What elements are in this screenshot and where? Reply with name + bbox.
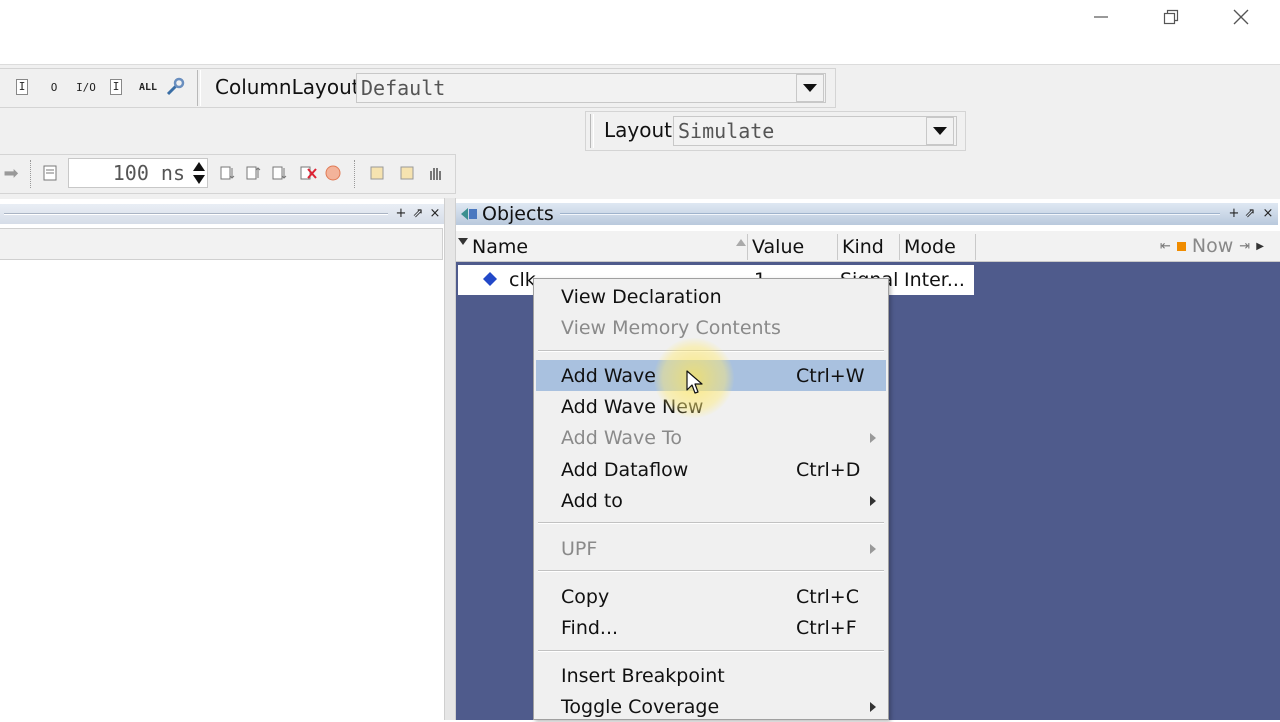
step-forward-icon[interactable]: ➡	[0, 162, 22, 184]
menu-separator	[538, 350, 884, 352]
menu-item-insert-breakpoint[interactable]: Insert Breakpoint	[536, 660, 886, 691]
toolbar-grip	[354, 160, 357, 188]
columnlayout-label: ColumnLayout	[215, 75, 360, 99]
filter-internal-button[interactable]: I	[104, 76, 128, 98]
left-pane-close-button[interactable]: ×	[428, 207, 442, 221]
now-controls: ⇤ Now ⇥ ▶	[1160, 235, 1272, 257]
now-marker-icon	[1176, 241, 1186, 251]
continue-run-icon[interactable]	[243, 162, 265, 184]
filter-output-button[interactable]: O	[42, 76, 66, 98]
layout-select[interactable]: Simulate	[673, 116, 957, 146]
left-pane-header	[0, 228, 443, 260]
run-icon[interactable]	[217, 162, 239, 184]
menu-item-add-wave-new[interactable]: Add Wave New	[536, 391, 886, 422]
object-mode: Inter...	[904, 269, 965, 291]
objects-pane-dock-button[interactable]: +	[1227, 207, 1241, 221]
submenu-arrow-icon	[870, 495, 876, 506]
menu-item-copy[interactable]: Copy Ctrl+C	[536, 581, 886, 612]
toolbar-grip	[30, 160, 33, 188]
spinner-arrows-icon	[193, 162, 205, 184]
next-time-icon[interactable]: ⇥	[1239, 239, 1250, 254]
column-header-kind[interactable]: Kind	[838, 234, 900, 260]
now-label: Now	[1191, 235, 1234, 257]
step-over-icon[interactable]	[396, 162, 418, 184]
left-pane-dock-button[interactable]: +	[394, 207, 408, 221]
object-name: clk	[509, 269, 536, 291]
sort-ascending-icon	[736, 239, 746, 246]
filter-inout-button[interactable]: I/O	[72, 76, 100, 98]
menu-item-add-to[interactable]: Add to	[536, 485, 886, 516]
column-header-value[interactable]: Value	[748, 234, 838, 260]
step-icon[interactable]	[366, 162, 388, 184]
menu-separator	[538, 650, 884, 652]
objects-titlebar	[456, 203, 1278, 225]
run-length-spinner[interactable]	[192, 160, 206, 186]
menu-item-view-memory-contents[interactable]: View Memory Contents	[536, 312, 886, 343]
submenu-arrow-icon	[870, 701, 876, 712]
submenu-arrow-icon	[870, 543, 876, 554]
menu-item-add-dataflow[interactable]: Add Dataflow Ctrl+D	[536, 454, 886, 485]
menu-item-add-wave[interactable]: Add Wave Ctrl+W	[536, 360, 886, 391]
run-length-input[interactable]: 100 ns	[68, 158, 208, 188]
break-icon[interactable]	[297, 162, 319, 184]
objects-pane-undock-button[interactable]: ⇗	[1243, 207, 1257, 221]
columnlayout-dropdown-arrow[interactable]	[796, 74, 824, 102]
left-pane-body	[0, 260, 444, 720]
hand-icon[interactable]	[424, 162, 446, 184]
pane-splitter[interactable]	[444, 198, 456, 720]
objects-pane-title: Objects	[482, 203, 554, 225]
left-pane-undock-button[interactable]: ⇗	[411, 207, 425, 221]
wrench-button[interactable]	[163, 76, 187, 98]
objects-pane-close-button[interactable]: ×	[1261, 207, 1275, 221]
column-header-mode[interactable]: Mode	[900, 234, 976, 260]
mouse-pointer-icon	[686, 370, 703, 394]
toolbar-divider	[590, 114, 594, 148]
menu-item-add-wave-to[interactable]: Add Wave To	[536, 422, 886, 453]
signal-diamond-icon	[483, 272, 497, 286]
column-header-name[interactable]: Name	[468, 234, 748, 260]
menu-item-upf[interactable]: UPF	[536, 533, 886, 564]
menu-item-find[interactable]: Find... Ctrl+F	[536, 612, 886, 643]
prev-time-icon[interactable]: ⇤	[1160, 239, 1171, 254]
close-window-button[interactable]	[1218, 2, 1264, 32]
run-all-icon[interactable]	[269, 162, 291, 184]
filter-input-button[interactable]: I	[10, 76, 34, 98]
menu-item-view-declaration[interactable]: View Declaration	[536, 281, 886, 312]
column-menu-icon[interactable]	[458, 238, 468, 245]
columnlayout-select[interactable]: Default	[356, 73, 826, 103]
left-pane-titlebar	[0, 204, 444, 224]
restart-icon[interactable]	[39, 162, 61, 184]
restore-icon	[1163, 9, 1179, 25]
stop-icon[interactable]	[322, 162, 344, 184]
layout-dropdown-arrow[interactable]	[926, 117, 954, 145]
toolbar-divider	[197, 70, 201, 106]
wrench-icon	[166, 77, 185, 96]
objects-pane-icon	[459, 205, 479, 223]
layout-label: Layout	[604, 118, 672, 142]
close-icon	[1233, 9, 1249, 25]
minimize-icon	[1094, 16, 1108, 18]
filter-all-button[interactable]: ALL	[134, 76, 162, 98]
restore-button[interactable]	[1148, 2, 1194, 32]
minimize-button[interactable]	[1078, 2, 1124, 32]
menu-item-toggle-coverage[interactable]: Toggle Coverage	[536, 691, 886, 722]
submenu-arrow-icon	[870, 432, 876, 443]
scroll-right-icon[interactable]: ▶	[1256, 241, 1264, 252]
menu-separator	[538, 570, 884, 572]
context-menu: View Declaration View Memory Contents Ad…	[533, 278, 889, 720]
menu-separator	[538, 522, 884, 524]
